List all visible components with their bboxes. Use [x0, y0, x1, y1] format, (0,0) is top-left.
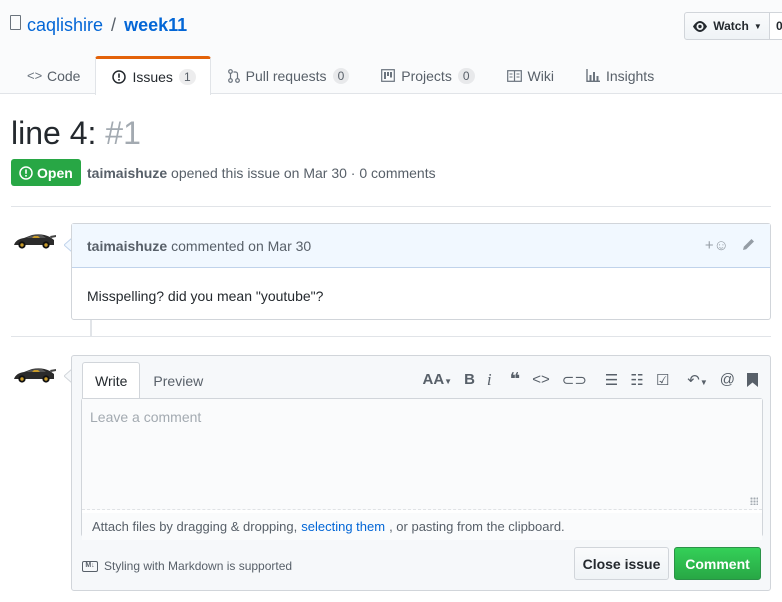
- projects-count-badge: 0: [457, 67, 475, 84]
- tab-preview[interactable]: Preview: [140, 362, 216, 399]
- comment-editor: Attach files by dragging & dropping, sel…: [81, 398, 763, 540]
- watch-button[interactable]: Watch ▼: [684, 12, 770, 40]
- repo-icon: [10, 15, 21, 30]
- bold-icon[interactable]: B: [464, 371, 475, 388]
- tab-label: Projects: [401, 67, 452, 84]
- avatar: [14, 368, 56, 383]
- git-pull-request-icon: [227, 68, 240, 83]
- issue-title-text: line 4:: [11, 115, 97, 151]
- close-issue-button[interactable]: Close issue: [574, 547, 669, 580]
- tab-insights[interactable]: Insights: [569, 56, 669, 94]
- watch-label: Watch: [713, 19, 749, 33]
- divider: [11, 206, 771, 207]
- markdown-icon: M↓: [82, 560, 98, 572]
- tab-write[interactable]: Write: [82, 362, 141, 399]
- issue-title: line 4: #1: [11, 115, 141, 152]
- tab-label: Issues: [132, 69, 173, 85]
- comment-button[interactable]: Comment: [674, 547, 761, 580]
- tab-label: Pull requests: [245, 67, 327, 84]
- issue-number: #1: [105, 115, 141, 151]
- status-label: Open: [37, 164, 73, 181]
- graph-icon: [586, 69, 600, 82]
- markdown-note-text: Styling with Markdown is supported: [104, 559, 293, 573]
- avatar[interactable]: [12, 230, 56, 250]
- repo-owner-link[interactable]: caqlishire: [27, 15, 103, 36]
- comment-actions: +☺: [705, 237, 756, 254]
- book-icon: [506, 69, 522, 82]
- comment-textarea[interactable]: [82, 399, 762, 510]
- ordered-list-icon[interactable]: ☷: [630, 371, 643, 389]
- italic-icon[interactable]: i: [487, 370, 492, 390]
- repo-title: caqlishire / week11: [10, 15, 187, 36]
- watch-count[interactable]: 0: [769, 12, 782, 40]
- file-drop-zone[interactable]: Attach files by dragging & dropping, sel…: [82, 513, 762, 540]
- tab-label: Code: [47, 67, 81, 84]
- link-icon[interactable]: ⊂⊃: [562, 371, 587, 389]
- code-icon[interactable]: <>: [532, 371, 550, 388]
- repo-separator: /: [111, 15, 117, 35]
- issue-author-link[interactable]: taimaishuze: [87, 165, 167, 181]
- reply-icon[interactable]: ↶▼: [687, 371, 708, 389]
- project-icon: [381, 69, 396, 82]
- repo-nav: <> Code Issues 1 Pull requests 0 Project…: [10, 56, 669, 95]
- tab-label: Wiki: [527, 67, 554, 84]
- resize-handle[interactable]: [750, 497, 758, 505]
- new-comment-form: Write Preview AA▼ B i ❝ <> ⊂⊃ ☰ ☷ ☑ ↶▼ @…: [71, 355, 771, 591]
- tab-issues[interactable]: Issues 1: [95, 56, 211, 95]
- comment: taimaishuze commented on Mar 30 +☺ Missp…: [71, 223, 771, 320]
- form-tabs: Write Preview: [82, 362, 216, 399]
- mention-icon[interactable]: @: [720, 371, 735, 388]
- issue-meta: taimaishuze opened this issue on Mar 30 …: [87, 165, 436, 181]
- issue-opened-icon: [19, 165, 33, 180]
- select-files-link[interactable]: selecting them: [301, 519, 385, 534]
- tab-projects[interactable]: Projects 0: [364, 56, 489, 94]
- task-list-icon[interactable]: ☑: [656, 371, 669, 389]
- repo-header: caqlishire / week11 Watch ▼ 0 <> Code Is…: [0, 0, 782, 95]
- tab-label: Insights: [605, 67, 655, 84]
- comment-timestamp[interactable]: commented on Mar 30: [171, 238, 311, 254]
- divider: [11, 336, 771, 337]
- eye-icon: [693, 20, 708, 32]
- code-icon: <>: [27, 68, 43, 83]
- pencil-icon[interactable]: [741, 237, 756, 252]
- tab-wiki[interactable]: Wiki: [490, 56, 569, 94]
- add-reaction-icon[interactable]: +☺: [705, 237, 729, 254]
- quote-icon[interactable]: ❝: [510, 369, 521, 390]
- repo-name-link[interactable]: week11: [124, 15, 187, 36]
- issue-opened-icon: [112, 70, 127, 84]
- unordered-list-icon[interactable]: ☰: [605, 371, 618, 389]
- bookmark-icon[interactable]: [747, 372, 758, 387]
- status-badge: Open: [11, 159, 81, 186]
- chevron-down-icon: ▼: [753, 21, 762, 31]
- issues-count-badge: 1: [178, 69, 196, 85]
- text-size-icon[interactable]: AA▼: [422, 371, 452, 388]
- issue-meta-text: opened this issue on Mar 30 · 0 comments: [171, 165, 436, 181]
- comment-author-link[interactable]: taimaishuze: [87, 238, 167, 254]
- tab-pull-requests[interactable]: Pull requests 0: [211, 56, 365, 94]
- timeline-line: [90, 320, 92, 336]
- drop-prefix-text: Attach files by dragging & dropping,: [92, 519, 298, 534]
- comment-body: Misspelling? did you mean "youtube"?: [87, 288, 324, 304]
- markdown-toolbar: AA▼ B i ❝ <> ⊂⊃ ☰ ☷ ☑ ↶▼ @: [422, 369, 758, 390]
- markdown-note[interactable]: M↓ Styling with Markdown is supported: [82, 559, 292, 573]
- pull-requests-count-badge: 0: [332, 67, 350, 84]
- tab-code[interactable]: <> Code: [10, 56, 95, 94]
- comment-header: taimaishuze commented on Mar 30 +☺: [72, 224, 770, 268]
- drop-suffix-text: , or pasting from the clipboard.: [389, 519, 565, 534]
